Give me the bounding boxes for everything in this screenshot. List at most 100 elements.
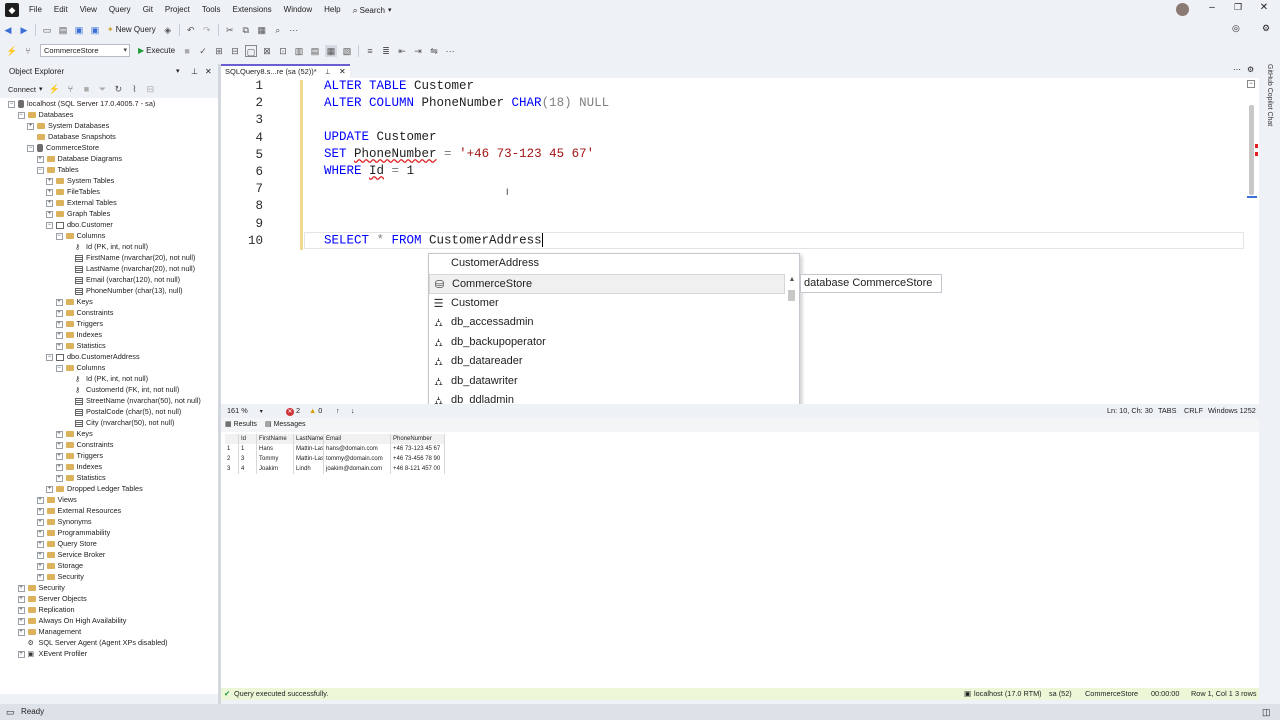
undo-icon[interactable]: ↶: [185, 24, 197, 36]
grid-cell[interactable]: Tommy: [257, 454, 294, 464]
error-count[interactable]: ✕ 2: [286, 404, 300, 418]
autocomplete-item[interactable]: ☰ Customer: [429, 294, 785, 314]
tree-node[interactable]: + ▣ XEvent Profiler: [17, 648, 87, 659]
open-icon[interactable]: ▤: [57, 24, 69, 36]
save-all-icon[interactable]: ▣: [89, 24, 101, 36]
tree-node[interactable]: LastName (nvarchar(20), not null): [65, 263, 195, 274]
search-menu[interactable]: ⌕ Search ▾: [347, 5, 398, 16]
find-icon[interactable]: ⌕: [272, 24, 284, 36]
settings-icon[interactable]: ⚙: [1262, 23, 1270, 34]
table-row[interactable]: 11HansMattin-Lasseihans@domain.com+46 73…: [225, 444, 445, 454]
row-number[interactable]: 3: [225, 464, 239, 474]
tab-results[interactable]: ▦ Results: [225, 418, 257, 432]
tree-node[interactable]: + Graph Tables: [46, 208, 110, 219]
execute-button[interactable]: ▶ Execute: [138, 46, 175, 55]
expand-icon[interactable]: +: [55, 298, 63, 306]
outdent-icon[interactable]: ⇤: [396, 45, 408, 57]
tree-node[interactable]: − Tables: [36, 164, 79, 175]
expand-icon[interactable]: +: [27, 122, 34, 130]
cursor-position[interactable]: Ln: 10, Ch: 30: [1107, 404, 1153, 418]
autocomplete-item[interactable]: ⛼ db_backupoperator: [429, 333, 785, 353]
collapse-icon[interactable]: −: [55, 364, 63, 372]
table-row[interactable]: 23TommyMattin-Lasseitommy@domain.com+46 …: [225, 454, 445, 464]
expand-icon[interactable]: +: [46, 188, 53, 196]
redo-icon[interactable]: ↷: [201, 24, 213, 36]
tree-node[interactable]: + System Tables: [46, 175, 114, 186]
expand-icon[interactable]: +: [55, 441, 63, 449]
tree-node[interactable]: − Columns: [55, 230, 105, 241]
expand-icon[interactable]: +: [36, 507, 44, 515]
tree-node[interactable]: − Databases: [17, 109, 73, 120]
tree-node[interactable]: + Indexes: [55, 329, 102, 340]
collapse-toggle-icon[interactable]: −: [1247, 80, 1255, 88]
expand-icon[interactable]: +: [55, 463, 63, 471]
column-header[interactable]: FirstName: [257, 434, 294, 444]
next-issue-icon[interactable]: ↓: [351, 404, 355, 418]
expand-icon[interactable]: +: [55, 474, 63, 482]
chevron-down-icon[interactable]: ▾: [176, 64, 180, 80]
tree-node[interactable]: City (nvarchar(50), not null): [65, 417, 174, 428]
tree-node[interactable]: + Always On High Availability: [17, 615, 126, 626]
client-stats-icon[interactable]: ▥: [293, 45, 305, 57]
connect-icon[interactable]: ⚡: [6, 45, 18, 57]
collapse-icon[interactable]: −: [8, 100, 15, 108]
tree-node[interactable]: + Security: [36, 571, 84, 582]
row-number[interactable]: 1: [225, 444, 239, 454]
connect-icon[interactable]: ⚡: [48, 83, 60, 95]
collapse-icon[interactable]: −: [17, 111, 25, 119]
expand-icon[interactable]: +: [17, 606, 25, 614]
tree-node[interactable]: + Synonyms: [36, 516, 92, 527]
expand-icon[interactable]: +: [17, 650, 25, 658]
close-button[interactable]: ✕: [1258, 2, 1270, 13]
copilot-icon[interactable]: ◎: [1232, 23, 1240, 34]
tree-node[interactable]: + Server Objects: [17, 593, 87, 604]
disconnect-icon[interactable]: ⑂: [64, 83, 76, 95]
menu-query[interactable]: Query: [103, 0, 137, 20]
menu-view[interactable]: View: [74, 0, 103, 20]
specify-values-icon[interactable]: ⇋: [428, 45, 440, 57]
actual-plan-icon[interactable]: ⊠: [261, 45, 273, 57]
expand-icon[interactable]: +: [36, 573, 44, 581]
grid-cell[interactable]: Lindh: [294, 464, 324, 474]
expand-icon[interactable]: +: [36, 518, 44, 526]
tree-node[interactable]: + FileTables: [46, 186, 100, 197]
cut-icon[interactable]: ✂: [224, 24, 236, 36]
menu-tools[interactable]: Tools: [196, 0, 227, 20]
grid-cell[interactable]: Mattin-Lassei: [294, 454, 324, 464]
tree-node[interactable]: − dbo.CustomerAddress: [46, 351, 140, 362]
tree-node[interactable]: + Replication: [17, 604, 75, 615]
new-file-icon[interactable]: ▭: [41, 24, 53, 36]
expand-icon[interactable]: +: [55, 452, 63, 460]
restore-button[interactable]: ❐: [1232, 2, 1244, 13]
table-row[interactable]: 3 4 Joakim Lindh joakim@domain.com +46 8-121 …: [225, 464, 445, 474]
menu-extensions[interactable]: Extensions: [227, 0, 278, 20]
tree-node[interactable]: + Database Diagrams: [36, 153, 122, 164]
change-connection-icon[interactable]: ⑂: [22, 45, 34, 57]
expand-icon[interactable]: +: [36, 551, 44, 559]
tab-messages[interactable]: ▤ Messages: [265, 418, 305, 432]
collapse-icon[interactable]: −: [46, 353, 53, 361]
tree-node[interactable]: + Triggers: [55, 318, 103, 329]
tree-node[interactable]: ⚷ Id (PK, int, not null): [65, 373, 148, 384]
copy-icon[interactable]: ⧉: [240, 24, 252, 36]
autocomplete-item[interactable]: ⛼ db_accessadmin: [429, 313, 785, 333]
chevron-down-icon[interactable]: ▾: [39, 85, 43, 93]
refresh-icon[interactable]: ↻: [112, 83, 124, 95]
tab-overflow-icon[interactable]: ⋯: [1233, 65, 1241, 74]
scroll-up-icon[interactable]: ▲: [786, 276, 798, 283]
tree-node[interactable]: + Indexes: [55, 461, 102, 472]
grid-cell[interactable]: Joakim: [257, 464, 294, 474]
expand-icon[interactable]: +: [36, 155, 44, 163]
stop-icon[interactable]: ■: [80, 83, 92, 95]
grid-cell[interactable]: tommy@domain.com: [324, 454, 391, 464]
back-icon[interactable]: ◀: [2, 24, 14, 36]
expand-icon[interactable]: +: [36, 529, 44, 537]
tree-node[interactable]: + Views: [36, 494, 77, 505]
tree-node[interactable]: + Storage: [36, 560, 83, 571]
indent-mode[interactable]: TABS: [1158, 404, 1177, 418]
file-encoding[interactable]: Windows 1252: [1208, 404, 1256, 418]
tree-node[interactable]: + Management: [17, 626, 81, 637]
new-query-button[interactable]: ✦ New Query: [107, 25, 156, 34]
grid-cell[interactable]: +46 8-121 457 00: [391, 464, 445, 474]
activity-monitor-icon[interactable]: ◈: [162, 24, 174, 36]
